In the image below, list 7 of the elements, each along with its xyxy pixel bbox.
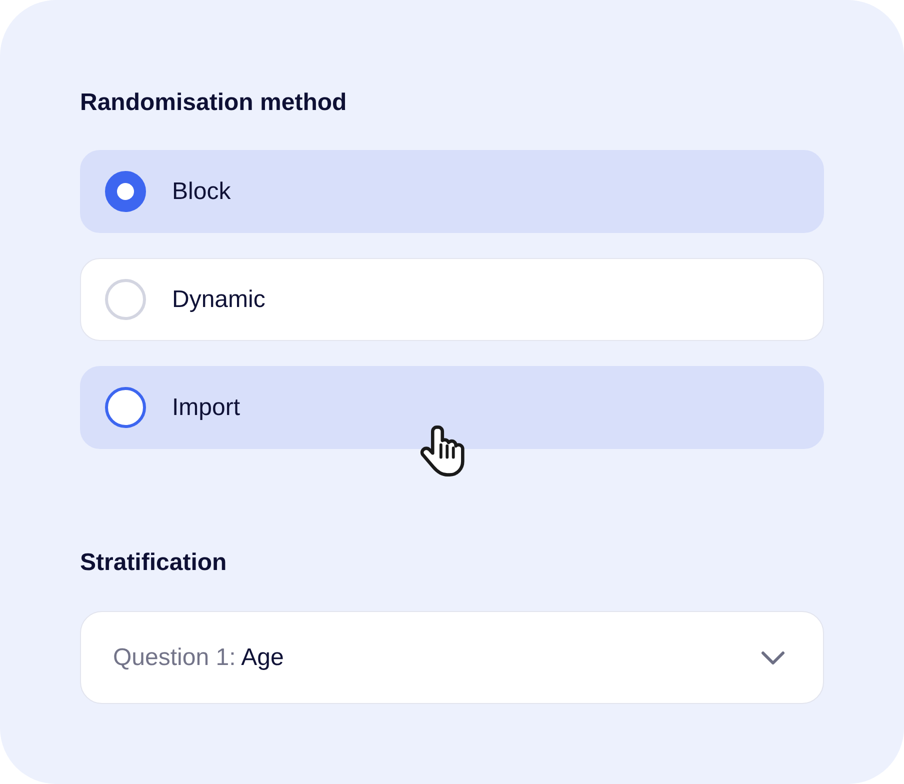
radio-option[interactable]: Import xyxy=(80,366,824,449)
chevron-down-icon xyxy=(761,650,785,664)
section-heading: Randomisation method xyxy=(80,88,348,118)
radio-option[interactable]: Block xyxy=(80,150,824,233)
stratification-dropdown[interactable]: Question 1: Age xyxy=(80,611,824,704)
radio-option[interactable]: Dynamic xyxy=(80,258,824,341)
section-heading: Stratification xyxy=(80,548,228,578)
